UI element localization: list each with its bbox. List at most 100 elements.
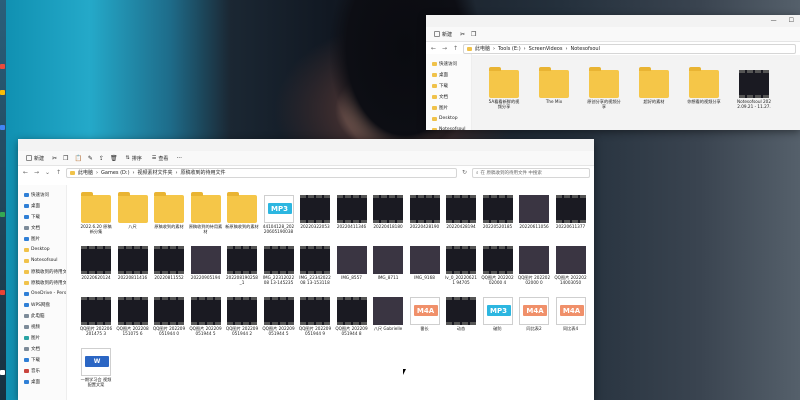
sidebar-item[interactable]: 图片 bbox=[18, 332, 66, 343]
explorer-window-front[interactable]: 新建 ✂ ❐ 📋 ✎ ⇪ 🗑 ⇅ 排序 ☰ 查看 ··· ← → ⌄ ↑ 此电脑… bbox=[18, 139, 594, 400]
sidebar-item[interactable]: 文档 bbox=[426, 91, 471, 102]
file-item[interactable]: IMG_9168 bbox=[408, 246, 442, 285]
new-button[interactable]: 新建 bbox=[432, 30, 454, 39]
copy-icon[interactable]: ❐ bbox=[471, 31, 476, 38]
sidebar-item[interactable]: 桌面 bbox=[426, 69, 471, 80]
file-item[interactable]: QQ图片 202209051944 2 bbox=[225, 297, 259, 336]
sidebar-item[interactable]: Notesofsoul bbox=[18, 255, 66, 266]
sidebar-item[interactable]: 原稿收到的待用文件 bbox=[18, 277, 66, 288]
sidebar-item[interactable]: 图片 bbox=[18, 233, 66, 244]
sidebar-item[interactable]: 视频 bbox=[18, 321, 66, 332]
sidebar-item[interactable]: 音乐 bbox=[18, 365, 66, 376]
sidebar-item[interactable]: 桌面 bbox=[18, 376, 66, 387]
sidebar-item[interactable]: 原稿收到的待用文件 bbox=[18, 266, 66, 277]
file-item[interactable]: lv_0_202206211 94705 bbox=[444, 246, 478, 285]
file-item[interactable]: 原创分享的视频分享 bbox=[587, 67, 621, 109]
file-item[interactable]: M4A 同比表4 bbox=[554, 297, 588, 336]
file-item[interactable]: 原稿收到的待用素材 bbox=[189, 192, 223, 234]
app-icon-red-2[interactable] bbox=[0, 290, 5, 295]
file-item[interactable]: 超好的素材 bbox=[637, 67, 671, 109]
refresh-icon[interactable]: ↻ bbox=[461, 169, 468, 176]
app-icon-white[interactable] bbox=[0, 370, 5, 375]
breadcrumb-segment[interactable]: 原稿收到的待用文件 bbox=[181, 169, 226, 176]
breadcrumb-segment[interactable]: ScreenVideos bbox=[529, 46, 563, 52]
up-icon[interactable]: ↑ bbox=[55, 169, 62, 176]
address-bar[interactable]: 此电脑 › Tools (E:) › ScreenVideos › Notesofsoul bbox=[463, 43, 796, 54]
address-bar[interactable]: 此电脑 › Games (D:) › 视频素材文件夹 › 原稿收到的待用文件 bbox=[66, 167, 457, 178]
file-item[interactable]: MP3 破防 bbox=[481, 297, 515, 336]
file-item[interactable]: The Mix bbox=[537, 67, 571, 109]
file-item[interactable]: 原稿收到的素材 bbox=[152, 192, 186, 234]
file-item[interactable]: 20220905194 bbox=[189, 246, 223, 285]
sidebar-item[interactable]: 此电脑 bbox=[18, 310, 66, 321]
app-icon-yellow[interactable] bbox=[0, 90, 5, 95]
file-item[interactable]: 你想看的视频分享 bbox=[687, 67, 721, 109]
file-item[interactable]: 20220811416 bbox=[116, 246, 150, 285]
file-item[interactable]: 2022.6.20 原稿 新分集 bbox=[79, 192, 113, 234]
file-item[interactable]: IMG_2234202208 13-153118 bbox=[298, 246, 332, 285]
sidebar-item[interactable]: 桌面 bbox=[18, 200, 66, 211]
forward-icon[interactable]: → bbox=[441, 45, 448, 52]
sidebar-item[interactable]: 下载 bbox=[18, 211, 66, 222]
sidebar-item[interactable]: 文档 bbox=[18, 343, 66, 354]
sidebar-item[interactable]: 文档 bbox=[18, 222, 66, 233]
file-item[interactable]: QQ图片 20220214003050 bbox=[554, 246, 588, 285]
back-icon[interactable]: ← bbox=[22, 169, 29, 176]
paste-icon[interactable]: 📋 bbox=[74, 155, 81, 162]
file-item[interactable]: M4A 同比表2 bbox=[517, 297, 551, 336]
file-item[interactable]: IMG_2231202208 13-145235 bbox=[262, 246, 296, 285]
file-item[interactable]: QQ图片 202209051944 9 bbox=[298, 297, 332, 336]
file-item[interactable]: 20220611056 bbox=[517, 195, 551, 234]
back-icon[interactable]: ← bbox=[430, 45, 437, 52]
explorer-window-back[interactable]: — ☐ 新建 ✂ ❐ ← → ↑ 此电脑 › Tools (E:) › ScreenVi… bbox=[426, 15, 800, 130]
share-icon[interactable]: ⇪ bbox=[99, 155, 104, 162]
sidebar-item[interactable]: 下载 bbox=[426, 80, 471, 91]
file-item[interactable]: QQ图片 202209051944 5 bbox=[262, 297, 296, 336]
copy-icon[interactable]: ❐ bbox=[63, 155, 68, 162]
sidebar-item[interactable]: 快速访问 bbox=[426, 58, 471, 69]
sidebar-item[interactable]: 图片 bbox=[426, 102, 471, 113]
sort-button[interactable]: ⇅ 排序 bbox=[124, 154, 144, 163]
cut-icon[interactable]: ✂ bbox=[460, 31, 465, 38]
file-item[interactable]: QQ图片 20220202000 0 bbox=[517, 246, 551, 285]
file-item[interactable]: 5A看看新鲜的视频分享 bbox=[487, 67, 521, 109]
file-item[interactable]: IMG_8711 bbox=[371, 246, 405, 285]
file-item[interactable]: 20220322053 bbox=[298, 195, 332, 234]
file-item[interactable]: Notesofsoul 2022.09.21 - 11.27.41.01 bbox=[737, 70, 771, 109]
file-item[interactable]: 20220811552 bbox=[152, 246, 186, 285]
file-item[interactable]: 20220428194 bbox=[444, 195, 478, 234]
file-item[interactable]: 八尺 bbox=[116, 192, 150, 234]
rename-icon[interactable]: ✎ bbox=[88, 155, 93, 162]
file-item[interactable]: 20220411346 bbox=[335, 195, 369, 234]
up-icon[interactable]: ↑ bbox=[452, 45, 459, 52]
file-item[interactable]: 八尺 Gabrielle bbox=[371, 297, 405, 336]
sidebar-item[interactable]: Desktop bbox=[18, 244, 66, 255]
breadcrumb-segment[interactable]: 此电脑 bbox=[475, 45, 490, 52]
chevron-down-icon[interactable]: ⌄ bbox=[44, 169, 51, 176]
file-item[interactable]: 20220418180 bbox=[371, 195, 405, 234]
app-icon-blue[interactable] bbox=[0, 125, 5, 130]
file-item[interactable]: MP3 44104128_20220605190038 bbox=[262, 195, 296, 234]
file-item[interactable]: 20220620124 bbox=[79, 246, 113, 285]
file-item[interactable]: 动态 bbox=[444, 297, 478, 336]
breadcrumb-segment[interactable]: 视频素材文件夹 bbox=[138, 169, 173, 176]
sidebar-item[interactable]: 快速访问 bbox=[18, 189, 66, 200]
file-item[interactable]: 202208190258_1 bbox=[225, 246, 259, 285]
sidebar-item[interactable]: 下载 bbox=[18, 354, 66, 365]
more-icon[interactable]: ··· bbox=[176, 155, 182, 162]
app-icon-green[interactable] bbox=[0, 212, 5, 217]
breadcrumb-segment[interactable]: Tools (E:) bbox=[498, 46, 521, 52]
sidebar-item[interactable]: Desktop bbox=[426, 113, 471, 124]
minimize-icon[interactable]: — bbox=[771, 17, 777, 24]
file-item[interactable]: QQ图片 20220202000 4 bbox=[481, 246, 515, 285]
file-item[interactable]: IMG_8557 bbox=[335, 246, 369, 285]
file-item[interactable]: QQ图片 202209051944 0 bbox=[152, 297, 186, 336]
maximize-icon[interactable]: ☐ bbox=[789, 17, 794, 24]
forward-icon[interactable]: → bbox=[33, 169, 40, 176]
file-item[interactable]: 20220611377 bbox=[554, 195, 588, 234]
sidebar-item[interactable]: WPS网盘 bbox=[18, 299, 66, 310]
file-item[interactable]: W 一期学习会 视频 配置文案 bbox=[79, 348, 113, 387]
sidebar-item[interactable]: OneDrive - Pers bbox=[18, 288, 66, 299]
sidebar-item[interactable]: Notesofsoul bbox=[426, 124, 471, 130]
breadcrumb-segment[interactable]: Notesofsoul bbox=[570, 46, 599, 52]
